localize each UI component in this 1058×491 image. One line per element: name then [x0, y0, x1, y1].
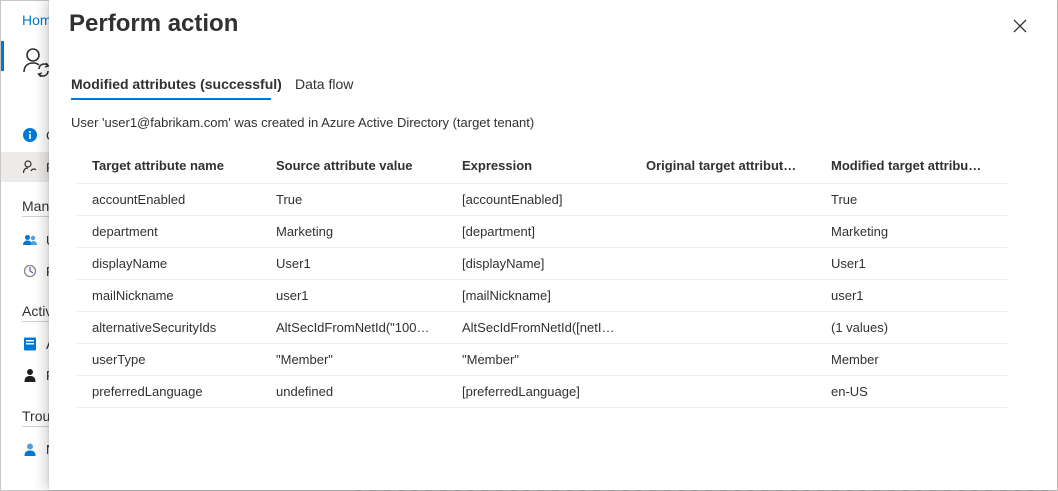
cell-expression: [preferredLanguage]	[447, 375, 631, 408]
section-header-troubleshooting: Trou	[22, 408, 51, 424]
cell-original-target	[631, 343, 816, 376]
table-row: mailNickname user1 [mailNickname] user1	[77, 279, 1007, 312]
active-tab-indicator	[71, 98, 271, 100]
person-circle-icon	[24, 443, 36, 456]
column-header-source-value[interactable]: Source attribute value	[261, 148, 447, 184]
user-sync-icon	[23, 160, 37, 174]
attributes-table: Target attribute name Source attribute v…	[77, 148, 1007, 408]
tab-data-flow[interactable]: Data flow	[295, 76, 353, 92]
cell-source-value: Marketing	[261, 215, 447, 248]
status-message: User 'user1@fabrikam.com' was created in…	[71, 115, 535, 130]
cell-original-target	[631, 311, 816, 344]
cell-modified-target: Marketing	[816, 215, 1007, 248]
cell-target-attribute: mailNickname	[77, 279, 261, 312]
tab-label: Modified attributes (successful)	[71, 76, 282, 92]
nav-item-provisioning[interactable]: P	[1, 256, 55, 286]
nav-item-audit[interactable]: A	[1, 329, 55, 359]
section-header-activity: Activ	[22, 303, 53, 319]
info-icon	[23, 128, 37, 142]
cell-expression: [accountEnabled]	[447, 183, 631, 216]
cell-source-value: True	[261, 183, 447, 216]
table-row: alternativeSecurityIds AltSecIdFromNetId…	[77, 311, 1007, 344]
cell-target-attribute: displayName	[77, 247, 261, 280]
nav-item-provision[interactable]: P	[1, 152, 55, 182]
tab-modified-attributes[interactable]: Modified attributes (successful)	[71, 76, 282, 92]
column-header-modified-target[interactable]: Modified target attribu…	[816, 148, 1007, 184]
cell-source-value: undefined	[261, 375, 447, 408]
cell-source-value: "Member"	[261, 343, 447, 376]
nav-item-provisioning-logs[interactable]: P	[1, 360, 55, 390]
table-row: department Marketing [department] Market…	[77, 215, 1007, 248]
cell-modified-target: True	[816, 183, 1007, 216]
panel-title: Perform action	[69, 10, 239, 37]
person-icon	[24, 369, 36, 382]
close-button[interactable]	[1006, 12, 1034, 40]
column-header-expression[interactable]: Expression	[447, 148, 631, 184]
table-row: preferredLanguage undefined [preferredLa…	[77, 375, 1007, 408]
cell-modified-target: user1	[816, 279, 1007, 312]
audit-log-icon	[24, 337, 36, 351]
cell-modified-target: User1	[816, 247, 1007, 280]
nav-item-new-support[interactable]: N	[1, 434, 55, 464]
cell-modified-target: en-US	[816, 375, 1007, 408]
cell-original-target	[631, 215, 816, 248]
section-divider	[22, 426, 51, 427]
column-header-original-target[interactable]: Original target attribut…	[631, 148, 816, 184]
cell-expression: [mailNickname]	[447, 279, 631, 312]
cell-source-value: User1	[261, 247, 447, 280]
section-divider	[22, 321, 51, 322]
cell-expression: "Member"	[447, 343, 631, 376]
cell-target-attribute: alternativeSecurityIds	[77, 311, 261, 344]
users-icon	[23, 235, 37, 245]
provisioning-icon	[23, 264, 37, 278]
selected-accent-bar	[1, 41, 4, 71]
close-icon	[1013, 19, 1027, 33]
nav-item-overview[interactable]: C	[1, 120, 55, 150]
cell-expression: AltSecIdFromNetId([netId])	[447, 311, 631, 344]
column-header-target-attribute[interactable]: Target attribute name	[77, 148, 261, 184]
cell-expression: [displayName]	[447, 247, 631, 280]
section-divider	[22, 216, 51, 217]
cell-expression: [department]	[447, 215, 631, 248]
cell-source-value: user1	[261, 279, 447, 312]
cell-target-attribute: department	[77, 215, 261, 248]
cell-original-target	[631, 183, 816, 216]
cell-original-target	[631, 247, 816, 280]
cell-modified-target: (1 values)	[816, 311, 1007, 344]
cell-target-attribute: userType	[77, 343, 261, 376]
perform-action-panel: Perform action Modified attributes (succ…	[49, 0, 1057, 490]
user-sync-icon	[23, 48, 50, 77]
cell-original-target	[631, 279, 816, 312]
cell-modified-target: Member	[816, 343, 1007, 376]
table-row: accountEnabled True [accountEnabled] Tru…	[77, 183, 1007, 216]
cell-source-value: AltSecIdFromNetId("1003…	[261, 311, 447, 344]
breadcrumb-home[interactable]: Hom	[22, 12, 52, 28]
table-header-row: Target attribute name Source attribute v…	[77, 148, 1007, 184]
cell-target-attribute: preferredLanguage	[77, 375, 261, 408]
table-row: userType "Member" "Member" Member	[77, 343, 1007, 376]
table-row: displayName User1 [displayName] User1	[77, 247, 1007, 280]
cell-original-target	[631, 375, 816, 408]
tab-label: Data flow	[295, 76, 354, 92]
cell-target-attribute: accountEnabled	[77, 183, 261, 216]
nav-item-users[interactable]: U	[1, 225, 55, 255]
